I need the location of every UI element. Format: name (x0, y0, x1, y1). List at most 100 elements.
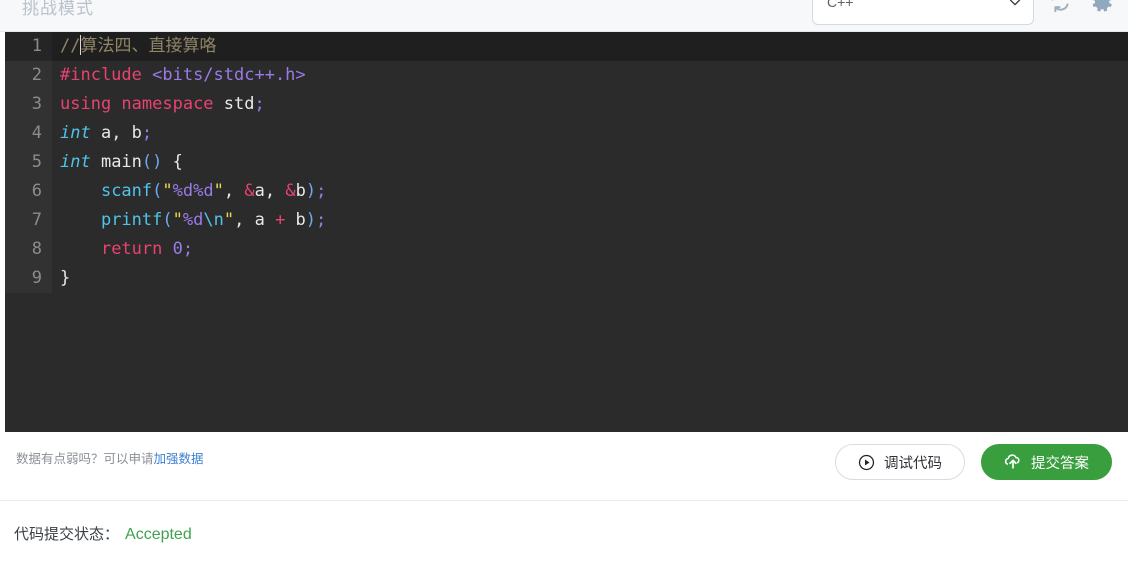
code-token-brace-close: } (60, 268, 71, 288)
code-line-content: int main() { (52, 148, 183, 177)
code-token-quote: " (172, 210, 183, 230)
code-token-quote: " (223, 210, 235, 230)
code-token-var-b: b (285, 210, 306, 230)
code-line[interactable]: 9 } (0, 264, 1128, 293)
code-line[interactable]: 2 #include <bits/stdc++.h> (0, 61, 1128, 90)
code-token-string: %d (182, 210, 204, 230)
code-line-content: using namespace std; (52, 90, 265, 119)
code-line-content: } (52, 264, 70, 293)
code-token-type: int (60, 123, 91, 143)
challenge-mode-label: 挑战模式 (22, 0, 94, 18)
code-token-paren-close: ) (305, 210, 317, 230)
line-number: 1 (0, 32, 52, 61)
code-token-function: scanf (100, 181, 153, 201)
code-token-semicolon: ; (316, 210, 327, 230)
code-token-brace: { (162, 152, 183, 172)
chevron-down-icon (1009, 0, 1021, 6)
code-token-vars: a, b (90, 123, 142, 143)
language-select[interactable]: C++ (812, 0, 1034, 25)
code-token-using: using (60, 94, 112, 114)
line-number: 6 (0, 177, 52, 206)
code-token-number: 0 (162, 239, 183, 259)
code-token-quote: " (213, 181, 224, 201)
editor-actions-bar: 数据有点弱吗？可以申请加强数据 调试代码 提交答案 (0, 432, 1128, 500)
submit-answer-label: 提交答案 (1031, 455, 1089, 472)
code-token-string: %d%d (172, 181, 214, 201)
code-token-semicolon: ; (141, 123, 153, 143)
code-token-comment-slashes: // (60, 36, 81, 56)
code-token-var-b: b (295, 181, 306, 201)
upload-icon (1004, 454, 1020, 469)
code-token-paren-open: ( (162, 210, 173, 230)
refresh-button[interactable] (1044, 0, 1076, 18)
code-token-semicolon: ; (316, 181, 327, 201)
code-line-content: return 0; (52, 235, 193, 264)
code-token-paren-close: ) (305, 181, 317, 201)
editor-left-marker (0, 32, 5, 432)
code-token-indent (60, 181, 101, 201)
line-number: 7 (0, 206, 52, 235)
code-line[interactable]: 1 //算法四、直接算咯 (0, 32, 1128, 61)
gear-icon (1092, 0, 1112, 12)
submit-answer-button[interactable]: 提交答案 (981, 444, 1112, 480)
editor-toolbar: 挑战模式 C++ (0, 0, 1128, 32)
code-token-comma: , (234, 210, 255, 230)
code-token-return: return (100, 239, 163, 259)
line-number: 4 (0, 119, 52, 148)
code-token-indent (60, 210, 101, 230)
language-select-value: C++ (827, 0, 854, 10)
code-token-quote: " (162, 181, 173, 201)
code-line[interactable]: 5 int main() { (0, 148, 1128, 177)
code-line[interactable]: 6 scanf("%d%d", &a, &b); (0, 177, 1128, 206)
code-line-content: //算法四、直接算咯 (52, 32, 216, 61)
action-buttons: 调试代码 提交答案 (835, 444, 1112, 480)
code-token-type: int (60, 152, 91, 172)
code-line-content: printf("%d\n", a + b); (52, 206, 326, 235)
code-token-std: std (213, 94, 255, 114)
code-token-comma: , (223, 181, 245, 201)
line-number: 9 (0, 264, 52, 293)
debug-code-label: 调试代码 (884, 455, 942, 472)
line-number: 2 (0, 61, 52, 90)
code-token-escape: \n (203, 210, 224, 230)
code-token-var-a: a (254, 210, 276, 230)
code-line-content: scanf("%d%d", &a, &b); (52, 177, 326, 206)
code-token-main: main (90, 152, 142, 172)
code-token-var-a: a (254, 181, 265, 201)
line-number: 3 (0, 90, 52, 119)
code-line[interactable]: 4 int a, b; (0, 119, 1128, 148)
strengthen-data-link[interactable]: 加强数据 (154, 452, 204, 466)
code-token-comment-text: 算法四、直接算咯 (80, 36, 217, 56)
play-circle-icon (858, 454, 875, 470)
code-token-namespace: namespace (111, 94, 214, 114)
settings-button[interactable] (1086, 0, 1118, 18)
code-token-address-op: & (244, 181, 255, 201)
submission-status-label: 代码提交状态： (14, 526, 120, 543)
code-token-semicolon: ; (182, 239, 194, 259)
code-editor[interactable]: 1 //算法四、直接算咯 2 #include <bits/stdc++.h> … (0, 32, 1128, 432)
refresh-icon (1051, 0, 1069, 13)
code-token-semicolon: ; (254, 94, 265, 114)
code-token-function: printf (100, 210, 163, 230)
code-line[interactable]: 8 return 0; (0, 235, 1128, 264)
code-line-content: #include <bits/stdc++.h> (52, 61, 306, 90)
code-line-content: int a, b; (52, 119, 152, 148)
code-token-address-op: & (285, 181, 296, 201)
debug-code-button[interactable]: 调试代码 (835, 444, 965, 480)
code-token-preproc: #include (60, 65, 142, 85)
status-badge: Accepted (125, 526, 192, 543)
code-line[interactable]: 7 printf("%d\n", a + b); (0, 206, 1128, 235)
code-token-paren-open: ( (152, 181, 163, 201)
line-number: 8 (0, 235, 52, 264)
toolbar-controls: C++ (812, 0, 1118, 25)
code-token-indent (60, 239, 101, 259)
weak-data-notice: 数据有点弱吗？可以申请加强数据 (16, 448, 204, 467)
code-token-comma: , (264, 181, 286, 201)
code-token-parens: () (141, 152, 163, 172)
code-token-header: <bits/stdc++.h> (141, 65, 306, 85)
submission-status: 代码提交状态： Accepted (0, 501, 1128, 544)
weak-data-text: 数据有点弱吗？可以申请 (16, 452, 154, 466)
line-number: 5 (0, 148, 52, 177)
code-line[interactable]: 3 using namespace std; (0, 90, 1128, 119)
code-token-plus-op: + (275, 210, 286, 230)
